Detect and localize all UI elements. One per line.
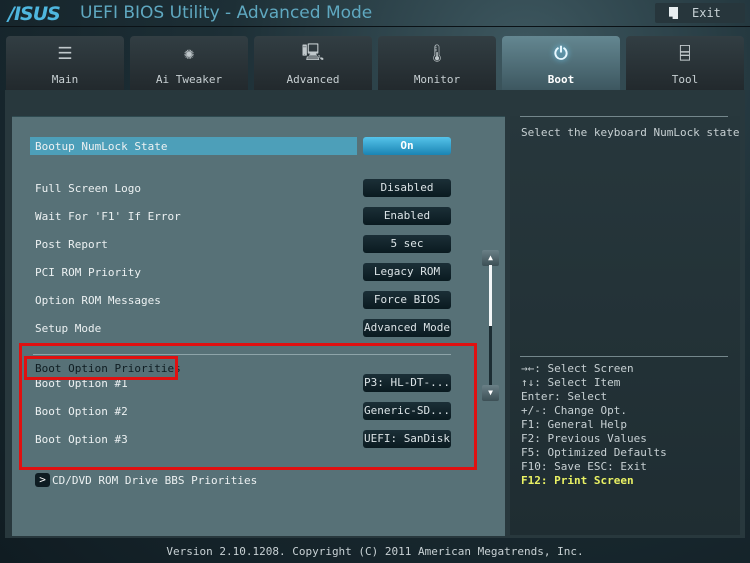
annotation-box-title	[24, 356, 178, 380]
setting-label: PCI ROM Priority	[35, 266, 141, 279]
key-hint-print-screen: F12: Print Screen	[521, 474, 634, 487]
asus-logo: /ISUS	[8, 3, 61, 25]
exit-door-icon	[669, 7, 678, 19]
tab-label: Boot	[547, 73, 575, 86]
setting-setup-mode[interactable]: Setup Mode Advanced Mode	[35, 319, 455, 339]
scroll-down-button[interactable]: ▼	[482, 385, 499, 401]
exit-label: Exit	[692, 6, 721, 20]
setting-label: Wait For 'F1' If Error	[35, 210, 181, 223]
setting-label: Option ROM Messages	[35, 294, 161, 307]
key-hint: F2: Previous Values	[521, 432, 647, 445]
thermometer-icon: 🌡	[426, 44, 448, 64]
tab-monitor[interactable]: 🌡 Monitor	[378, 36, 496, 90]
help-text: Select the keyboard NumLock state	[521, 126, 740, 139]
setting-bootup-numlock[interactable]: Bootup NumLock State On	[30, 137, 455, 157]
key-hint: F10: Save ESC: Exit	[521, 460, 647, 473]
setting-value-button[interactable]: Enabled	[363, 207, 451, 225]
app-title: UEFI BIOS Utility - Advanced Mode	[80, 3, 373, 23]
scrollbar-thumb[interactable]	[489, 265, 492, 326]
keys-divider	[520, 356, 728, 357]
key-hint: ↑↓: Select Item	[521, 376, 621, 389]
setting-value-button[interactable]: 5 sec	[363, 235, 451, 253]
tab-ai-tweaker[interactable]: ✺ Ai Tweaker	[130, 36, 248, 90]
submenu-cd-dvd-bbs-priorities[interactable]: > CD/DVD ROM Drive BBS Priorities	[35, 473, 257, 487]
tab-label: Monitor	[413, 73, 461, 86]
cpu-fan-icon: ✺	[183, 44, 195, 64]
setting-wait-f1[interactable]: Wait For 'F1' If Error Enabled	[35, 207, 455, 227]
chevron-right-icon: >	[35, 473, 50, 487]
submenu-label: CD/DVD ROM Drive BBS Priorities	[52, 473, 258, 487]
tab-label: Main	[51, 73, 79, 86]
setting-value-button[interactable]: Advanced Mode	[363, 319, 451, 337]
tab-bar: ☰ Main ✺ Ai Tweaker 🖳 Advanced 🌡 Monitor…	[6, 36, 746, 90]
key-hint: F1: General Help	[521, 418, 627, 431]
toolbox-icon: ⌸	[679, 44, 691, 64]
key-hint: +/-: Change Opt.	[521, 404, 627, 417]
tab-main[interactable]: ☰ Main	[6, 36, 124, 90]
scroll-up-button[interactable]: ▲	[482, 250, 499, 266]
tab-label: Tool	[671, 73, 699, 86]
header: /ISUS UEFI BIOS Utility - Advanced Mode …	[0, 0, 750, 28]
tab-advanced[interactable]: 🖳 Advanced	[254, 36, 372, 90]
key-legend: →←: Select Screen ↑↓: Select Item Enter:…	[521, 362, 667, 488]
exit-button[interactable]: Exit	[655, 3, 745, 23]
setting-pci-rom-priority[interactable]: PCI ROM Priority Legacy ROM	[35, 263, 455, 283]
power-icon: ⏻	[554, 44, 568, 64]
setting-post-report[interactable]: Post Report 5 sec	[35, 235, 455, 255]
tab-tool[interactable]: ⌸ Tool	[626, 36, 744, 90]
setting-label: Full Screen Logo	[35, 182, 141, 195]
key-hint: F5: Optimized Defaults	[521, 446, 667, 459]
tab-label: Ai Tweaker	[155, 73, 223, 86]
setting-full-screen-logo[interactable]: Full Screen Logo Disabled	[35, 179, 455, 199]
setting-option-rom-messages[interactable]: Option ROM Messages Force BIOS	[35, 291, 455, 311]
setting-value-button[interactable]: Legacy ROM	[363, 263, 451, 281]
tab-boot[interactable]: ⏻ Boot	[502, 36, 620, 90]
setting-label: Post Report	[35, 238, 108, 251]
setting-value-button[interactable]: Disabled	[363, 179, 451, 197]
key-hint: Enter: Select	[521, 390, 608, 403]
advanced-info-icon: 🖳	[301, 42, 325, 63]
header-divider	[0, 26, 750, 27]
help-top-divider	[520, 116, 728, 117]
setting-value-button[interactable]: On	[363, 137, 451, 155]
key-hint: →←: Select Screen	[521, 362, 634, 375]
setting-label: Bootup NumLock State	[35, 140, 168, 153]
list-icon: ☰	[57, 44, 73, 64]
version-footer: Version 2.10.1208. Copyright (C) 2011 Am…	[166, 545, 584, 558]
tab-label: Advanced	[286, 73, 340, 86]
setting-value-button[interactable]: Force BIOS	[363, 291, 451, 309]
setting-label: Setup Mode	[35, 322, 102, 335]
